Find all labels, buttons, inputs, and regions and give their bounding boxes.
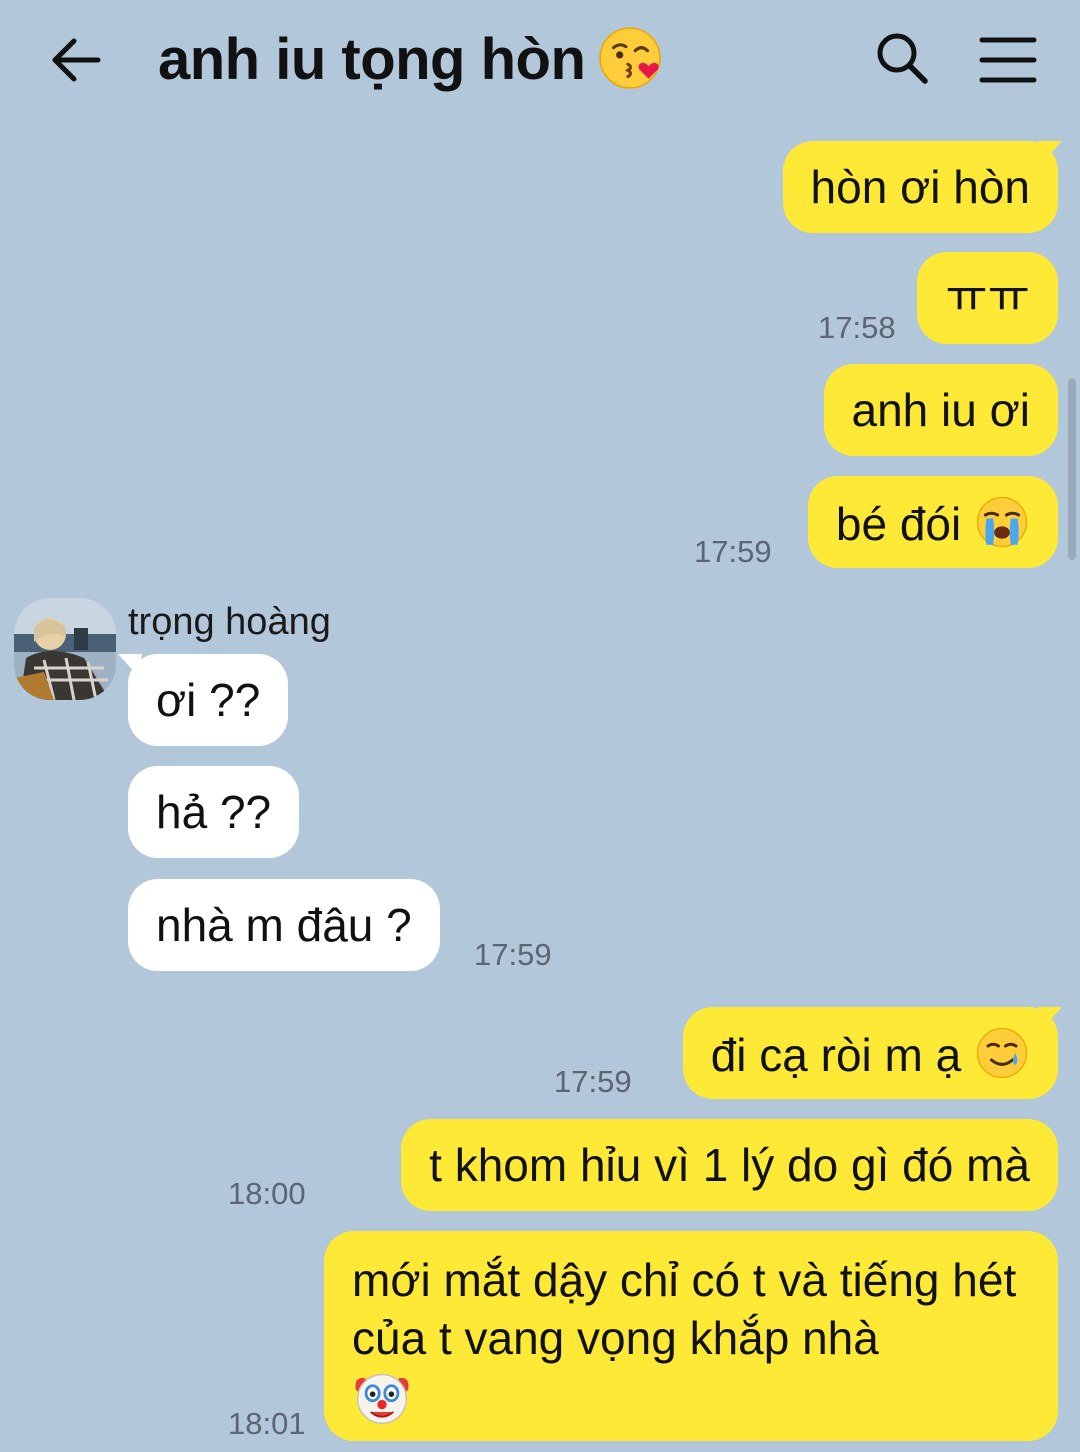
message-timestamp: 17:59 bbox=[474, 937, 552, 972]
their-message-bubble[interactable]: hả ?? bbox=[128, 766, 300, 858]
message-text: hả ?? bbox=[156, 786, 272, 838]
my-message-bubble[interactable]: anh iu ơi bbox=[823, 364, 1058, 456]
my-message-bubble[interactable]: ㅠㅠ bbox=[917, 252, 1058, 344]
message-text: anh iu ơi bbox=[851, 384, 1031, 436]
message-timestamp: 17:59 bbox=[694, 534, 772, 569]
chat-title: anh iu tọng hòn bbox=[158, 24, 663, 96]
loudly-crying-face-icon bbox=[976, 496, 1028, 548]
bubble-tail bbox=[1038, 1007, 1062, 1029]
search-icon[interactable] bbox=[872, 28, 932, 88]
my-message-bubble[interactable]: hòn ơi hòn bbox=[782, 141, 1058, 233]
message-timestamp: 17:59 bbox=[554, 1064, 632, 1099]
message-text: bé đói bbox=[835, 498, 962, 550]
message-timestamp: 17:58 bbox=[818, 310, 896, 345]
sender-name: trọng hoàng bbox=[128, 601, 331, 643]
my-message-bubble[interactable]: mới mắt dậy chỉ có t và tiếng hét của t … bbox=[324, 1231, 1058, 1441]
message-text: hòn ơi hòn bbox=[810, 161, 1030, 213]
message-text: t khom hỉu vì 1 lý do gì đó mà bbox=[429, 1139, 1030, 1191]
message-timestamp: 18:01 bbox=[228, 1406, 306, 1441]
my-message-bubble[interactable]: bé đói bbox=[807, 476, 1058, 568]
message-text: nhà m đâu ? bbox=[156, 899, 412, 951]
my-message-bubble[interactable]: đi cạ ròi m ạ bbox=[682, 1007, 1058, 1099]
face-blowing-kiss-icon bbox=[599, 27, 662, 89]
clown-face-icon bbox=[355, 1373, 409, 1424]
avatar[interactable] bbox=[14, 598, 116, 700]
message-text: ơi ?? bbox=[156, 674, 261, 726]
message-timestamp: 18:00 bbox=[228, 1176, 306, 1211]
scrollbar[interactable] bbox=[1068, 378, 1076, 560]
bubble-tail bbox=[1038, 141, 1062, 163]
their-message-bubble[interactable]: ơi ?? bbox=[128, 654, 289, 746]
menu-icon[interactable] bbox=[976, 28, 1040, 92]
bubble-tail bbox=[118, 654, 142, 676]
message-text: đi cạ ròi m ạ bbox=[710, 1029, 962, 1081]
back-arrow-icon[interactable] bbox=[44, 28, 108, 92]
smiling-face-with-tear-icon bbox=[976, 1027, 1028, 1079]
message-text: ㅠㅠ bbox=[945, 270, 1030, 322]
chat-header: anh iu tọng hòn bbox=[0, 0, 1080, 120]
my-message-bubble[interactable]: t khom hỉu vì 1 lý do gì đó mà bbox=[401, 1119, 1058, 1211]
their-message-bubble[interactable]: nhà m đâu ? bbox=[128, 879, 440, 971]
message-text: mới mắt dậy chỉ có t và tiếng hét của t … bbox=[352, 1254, 1017, 1364]
chat-title-text: anh iu tọng hòn bbox=[158, 27, 586, 92]
